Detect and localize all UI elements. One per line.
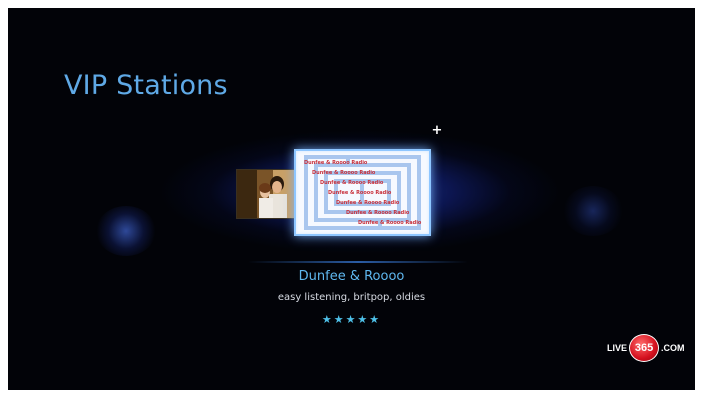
- featured-station-card[interactable]: Dunfee & Roooo Radio Dunfee & Roooo Radi…: [294, 149, 431, 236]
- live365-logo: LIVE 365 .COM: [607, 334, 685, 362]
- card-text-line: Dunfee & Roooo Radio: [304, 160, 368, 166]
- divider-line: [248, 261, 468, 263]
- card-text-line: Dunfee & Roooo Radio: [336, 200, 400, 206]
- card-text-line: Dunfee & Roooo Radio: [328, 190, 392, 196]
- logo-badge: 365: [629, 334, 660, 362]
- station-genres: easy listening, britpop, oldies: [277, 292, 426, 303]
- rating-stars: ★★★★★: [321, 313, 382, 326]
- card-text-line: Dunfee & Roooo Radio: [346, 210, 410, 216]
- logo-suffix: .COM: [661, 343, 685, 353]
- left-carousel-glow: [96, 206, 156, 256]
- logo-prefix: LIVE: [607, 343, 628, 353]
- card-text-line: Dunfee & Roooo Radio: [312, 170, 376, 176]
- card-text-line: Dunfee & Roooo Radio: [320, 180, 384, 186]
- right-carousel-glow: [563, 186, 623, 236]
- station-photo-image: [237, 170, 301, 218]
- station-name: Dunfee & Roooo: [298, 269, 405, 284]
- vip-stations-screen: VIP Stations + Dunfee & Roooo Radio Dunf…: [8, 8, 695, 390]
- previous-station-thumbnail[interactable]: [236, 169, 302, 219]
- plus-icon[interactable]: +: [430, 124, 444, 138]
- page-title: VIP Stations: [64, 70, 228, 101]
- card-text-line: Dunfee & Roooo Radio: [358, 220, 422, 226]
